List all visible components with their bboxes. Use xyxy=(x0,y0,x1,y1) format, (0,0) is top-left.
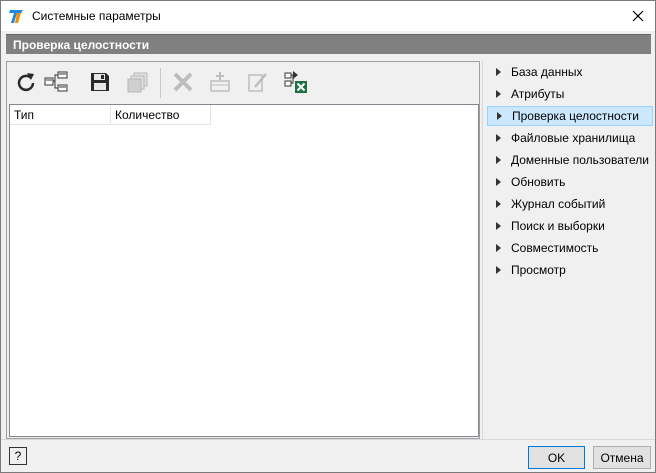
nav-item-label: Доменные пользователи xyxy=(511,153,649,167)
footer-divider xyxy=(1,439,655,440)
expand-arrow-icon xyxy=(496,156,501,164)
save-icon xyxy=(91,73,109,91)
close-button[interactable] xyxy=(621,1,655,31)
app-logo-icon xyxy=(9,10,23,23)
delete-icon xyxy=(173,72,193,92)
grid-header: Тип Количество xyxy=(10,105,211,125)
expand-arrow-icon xyxy=(496,222,501,230)
nav-item-integrity-check[interactable]: Проверка целостности xyxy=(487,106,653,126)
integrity-check-pane: Тип Количество xyxy=(6,61,480,439)
tree-structure-icon xyxy=(44,71,68,92)
integrity-grid[interactable]: Тип Количество xyxy=(9,104,479,437)
refresh-icon xyxy=(17,73,35,92)
close-icon xyxy=(632,10,644,22)
nav-item-label: Поиск и выборки xyxy=(511,219,605,233)
cancel-button[interactable]: Отмена xyxy=(593,446,651,469)
nav-item-domain-users[interactable]: Доменные пользователи xyxy=(487,150,653,170)
help-button[interactable]: ? xyxy=(9,447,27,465)
nav-item-update[interactable]: Обновить xyxy=(487,172,653,192)
expand-arrow-icon xyxy=(497,112,502,120)
section-title: Проверка целостности xyxy=(6,34,651,54)
title-bar: Системные параметры xyxy=(1,1,655,31)
nav-item-label: Совместимость xyxy=(511,241,599,255)
expand-arrow-icon xyxy=(496,90,501,98)
column-header-type[interactable]: Тип xyxy=(10,105,111,125)
delete-button[interactable] xyxy=(170,68,196,96)
nav-item-label: Обновить xyxy=(511,175,566,189)
nav-item-database[interactable]: База данных xyxy=(487,62,653,82)
nav-item-view[interactable]: Просмотр xyxy=(487,260,653,280)
nav-item-file-storages[interactable]: Файловые хранилища xyxy=(487,128,653,148)
export-excel-icon xyxy=(284,71,307,93)
nav-item-label: Просмотр xyxy=(511,263,566,277)
expand-arrow-icon xyxy=(496,68,501,76)
add-icon xyxy=(210,72,230,92)
window-title: Системные параметры xyxy=(32,9,161,23)
system-parameters-dialog: Системные параметры Проверка целостности xyxy=(0,0,656,473)
nav-item-label: База данных xyxy=(511,65,583,79)
nav-item-search[interactable]: Поиск и выборки xyxy=(487,216,653,236)
nav-item-label: Проверка целостности xyxy=(512,109,639,123)
add-button[interactable] xyxy=(207,68,233,96)
nav-item-event-log[interactable]: Журнал событий xyxy=(487,194,653,214)
ok-button[interactable]: OK xyxy=(528,446,585,469)
nav-item-compatibility[interactable]: Совместимость xyxy=(487,238,653,258)
expand-arrow-icon xyxy=(496,244,501,252)
edit-button[interactable] xyxy=(245,68,271,96)
save-button[interactable] xyxy=(87,68,113,96)
expand-arrow-icon xyxy=(496,134,501,142)
nav-item-label: Журнал событий xyxy=(511,197,606,211)
settings-nav: База данных Атрибуты Проверка целостност… xyxy=(482,61,655,439)
nav-item-label: Файловые хранилища xyxy=(511,131,636,145)
export-excel-button[interactable] xyxy=(283,68,309,96)
copy-icon xyxy=(127,72,148,93)
toolbar-separator xyxy=(160,68,161,98)
expand-arrow-icon xyxy=(496,200,501,208)
expand-arrow-icon xyxy=(496,266,501,274)
structure-button[interactable] xyxy=(43,68,69,96)
toolbar xyxy=(7,62,479,102)
refresh-button[interactable] xyxy=(13,68,39,96)
expand-arrow-icon xyxy=(496,178,501,186)
nav-item-label: Атрибуты xyxy=(511,87,565,101)
edit-icon xyxy=(248,73,267,92)
nav-item-attributes[interactable]: Атрибуты xyxy=(487,84,653,104)
column-header-count[interactable]: Количество xyxy=(111,105,211,125)
copy-button[interactable] xyxy=(125,68,151,96)
